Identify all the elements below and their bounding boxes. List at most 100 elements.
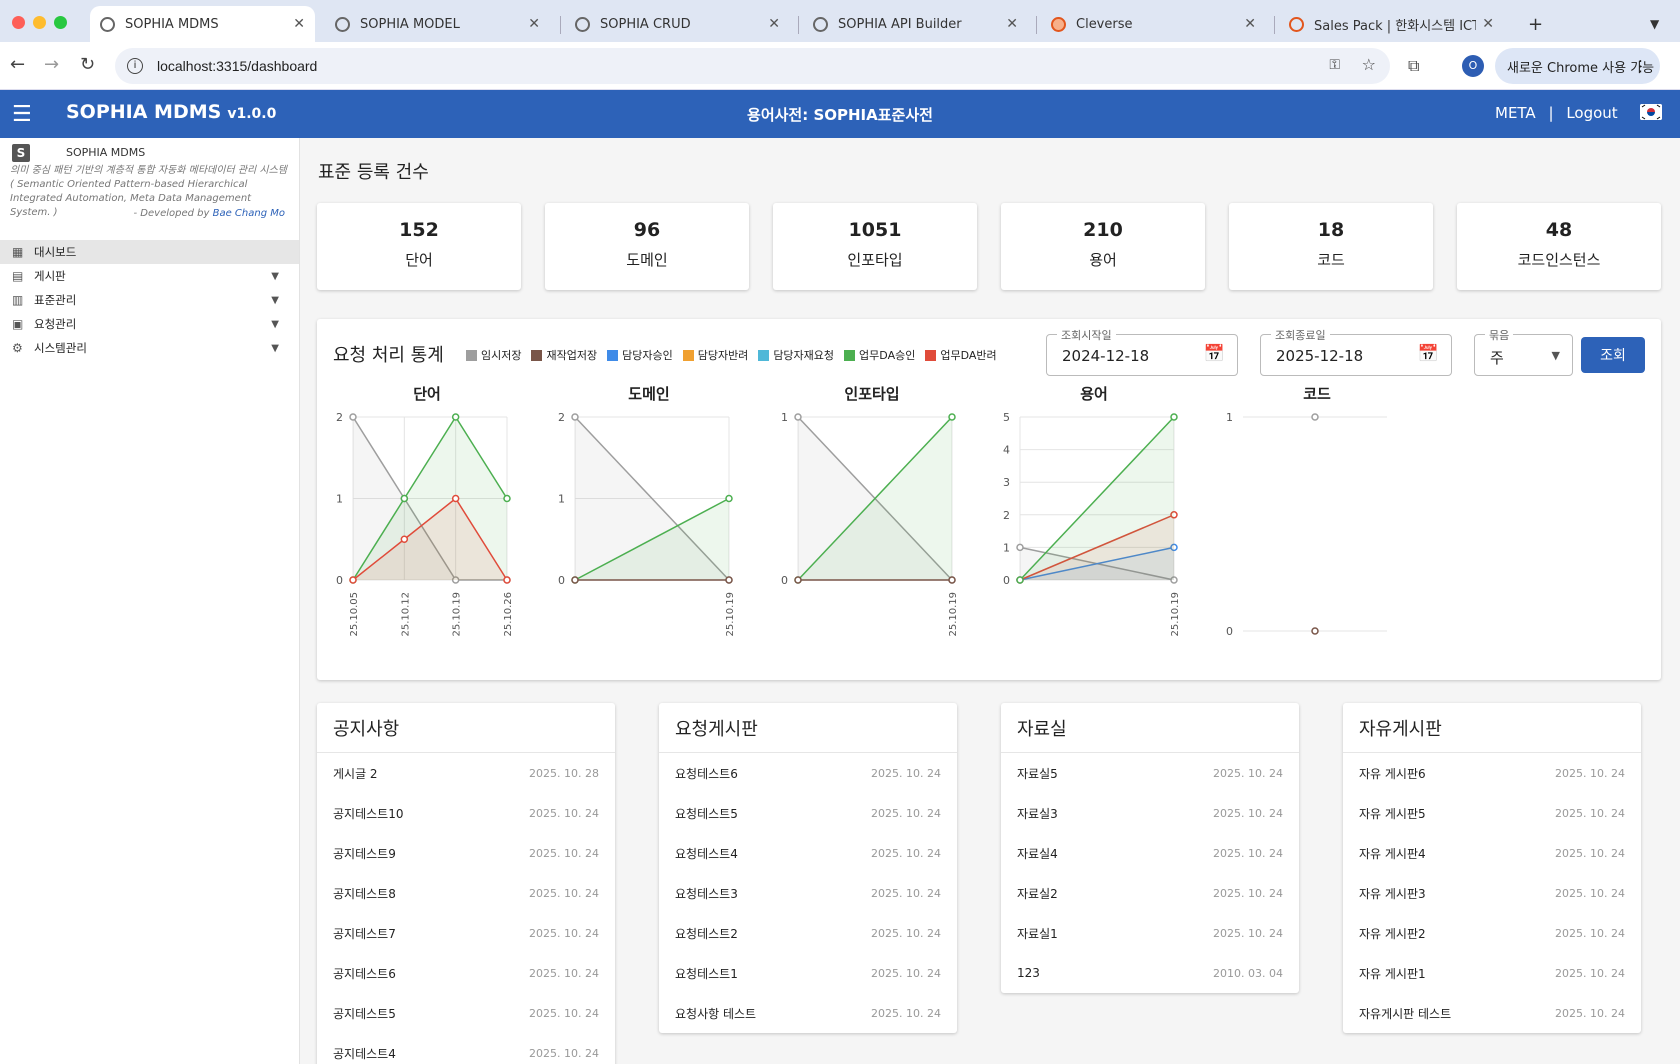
sidebar-item-system[interactable]: ⚙ 시스템관리 ▼	[0, 336, 299, 360]
list-item[interactable]: 공지테스트6 2025. 10. 24	[317, 953, 615, 993]
calendar-icon[interactable]: 📅	[1204, 344, 1225, 364]
extensions-puzzle-icon[interactable]: ⧉	[1408, 56, 1419, 76]
list-item[interactable]: 공지테스트8 2025. 10. 24	[317, 873, 615, 913]
list-item[interactable]: 게시글 2 2025. 10. 28	[317, 753, 615, 793]
list-item[interactable]: 자유 게시판3 2025. 10. 24	[1343, 873, 1641, 913]
post-title: 자유 게시판3	[1359, 886, 1426, 901]
board-title: 자료실	[1001, 703, 1299, 753]
minimize-window-button[interactable]	[33, 16, 46, 29]
list-item[interactable]: 자료실4 2025. 10. 24	[1001, 833, 1299, 873]
korea-flag-icon[interactable]	[1640, 104, 1662, 120]
kpi-card-domain[interactable]: 96 도메인	[545, 203, 749, 290]
legend-item[interactable]: 담당자재요청	[758, 347, 834, 363]
browser-tab-sophia-crud[interactable]: SOPHIA CRUD ✕	[565, 6, 790, 42]
list-item[interactable]: 자료실1 2025. 10. 24	[1001, 913, 1299, 953]
list-item[interactable]: 자유 게시판6 2025. 10. 24	[1343, 753, 1641, 793]
kpi-card-term[interactable]: 210 용어	[1001, 203, 1205, 290]
kpi-card-code-instance[interactable]: 48 코드인스턴스	[1457, 203, 1661, 290]
legend-item[interactable]: 담당자반려	[682, 347, 748, 363]
list-item[interactable]: 자료실2 2025. 10. 24	[1001, 873, 1299, 913]
legend-item[interactable]: 담당자승인	[607, 347, 673, 363]
browser-tab-cleverse[interactable]: Cleverse ✕	[1041, 6, 1266, 42]
legend-item[interactable]: 업무DA승인	[844, 347, 915, 363]
list-item[interactable]: 자료실3 2025. 10. 24	[1001, 793, 1299, 833]
close-icon[interactable]: ✕	[1482, 16, 1494, 32]
x-tick-label: 25.10.12	[400, 592, 411, 637]
more-vertical-icon[interactable]: ⋮	[1633, 57, 1648, 75]
kpi-card-code[interactable]: 18 코드	[1229, 203, 1433, 290]
calendar-icon[interactable]: 📅	[1418, 344, 1439, 364]
post-date: 2025. 10. 24	[1555, 846, 1625, 860]
reload-icon[interactable]: ↻	[80, 54, 95, 75]
list-item[interactable]: 요청테스트1 2025. 10. 24	[659, 953, 957, 993]
bookmark-star-icon[interactable]: ☆	[1362, 55, 1376, 74]
sidebar-item-board[interactable]: ▤ 게시판 ▼	[0, 264, 299, 288]
browser-tab-sales-pack[interactable]: Sales Pack | 한화시스템 ICT 부문 ✕	[1279, 6, 1504, 42]
legend-item[interactable]: 임시저장	[466, 347, 521, 363]
kpi-card-word[interactable]: 152 단어	[317, 203, 521, 290]
sidebar-item-standard[interactable]: ▥ 표준관리 ▼	[0, 288, 299, 312]
post-date: 2025. 10. 24	[529, 806, 599, 820]
list-item[interactable]: 요청테스트5 2025. 10. 24	[659, 793, 957, 833]
sidebar-item-request[interactable]: ▣ 요청관리 ▼	[0, 312, 299, 336]
list-item[interactable]: 공지테스트5 2025. 10. 24	[317, 993, 615, 1033]
list-item[interactable]: 공지테스트4 2025. 10. 24	[317, 1033, 615, 1064]
list-item[interactable]: 요청테스트2 2025. 10. 24	[659, 913, 957, 953]
legend-swatch	[466, 349, 477, 361]
browser-tab-sophia-model[interactable]: SOPHIA MODEL ✕	[325, 6, 550, 42]
data-point	[349, 576, 357, 584]
data-point	[503, 494, 511, 503]
close-icon[interactable]: ✕	[528, 16, 540, 32]
list-item[interactable]: 요청테스트4 2025. 10. 24	[659, 833, 957, 873]
meta-link[interactable]: META	[1495, 104, 1536, 122]
board-archive: 자료실 자료실5 2025. 10. 24 자료실3 2025. 10. 24 자료실4 2…	[1001, 703, 1299, 993]
list-item[interactable]: 공지테스트9 2025. 10. 24	[317, 833, 615, 873]
developer-link[interactable]: Bae Chang Mo	[213, 208, 285, 219]
password-key-icon[interactable]: ⚿	[1329, 57, 1340, 73]
kpi-card-infotype[interactable]: 1051 인포타입	[773, 203, 977, 290]
zoom-window-button[interactable]	[54, 16, 67, 29]
post-date: 2025. 10. 24	[871, 926, 941, 940]
list-item[interactable]: 공지테스트7 2025. 10. 24	[317, 913, 615, 953]
forward-arrow-icon[interactable]: →	[44, 54, 59, 75]
post-title: 요청테스트2	[675, 926, 738, 941]
logout-link[interactable]: Logout	[1566, 104, 1617, 122]
close-icon[interactable]: ✕	[1006, 16, 1018, 32]
list-item[interactable]: 요청사항 테스트 2025. 10. 24	[659, 993, 957, 1033]
kpi-value: 152	[399, 219, 439, 241]
list-item[interactable]: 자유 게시판1 2025. 10. 24	[1343, 953, 1641, 993]
tab-search-chevron-down-icon[interactable]: ▼	[1640, 6, 1670, 42]
list-item[interactable]: 공지테스트10 2025. 10. 24	[317, 793, 615, 833]
list-item[interactable]: 요청테스트3 2025. 10. 24	[659, 873, 957, 913]
header-separator: |	[1548, 104, 1554, 122]
legend-item[interactable]: 업무DA반려	[925, 347, 997, 363]
chart-word: 단어 0 1 2 25.10.05 25.10.12 25.10.19 25.10.26	[317, 379, 537, 679]
list-item[interactable]: 자유 게시판4 2025. 10. 24	[1343, 833, 1641, 873]
back-arrow-icon[interactable]: ←	[10, 54, 25, 75]
end-date-field[interactable]: 조회종료일 2025-12-18 📅	[1260, 327, 1452, 376]
list-item[interactable]: 123 2010. 03. 04	[1001, 953, 1299, 993]
chart-domain-plot: 0 1 2 25.10.19	[558, 411, 736, 637]
new-tab-button[interactable]: +	[1518, 6, 1548, 42]
list-item[interactable]: 자유 게시판5 2025. 10. 24	[1343, 793, 1641, 833]
group-select[interactable]: 묶음 주 ▼	[1474, 327, 1573, 376]
address-bar[interactable]: i localhost:3315/dashboard ⚿ ☆	[115, 48, 1390, 84]
list-item[interactable]: 자유 게시판2 2025. 10. 24	[1343, 913, 1641, 953]
search-button[interactable]: 조회	[1581, 337, 1645, 373]
chrome-update-button[interactable]: 새로운 Chrome 사용 가능 ⋮	[1495, 48, 1660, 84]
close-window-button[interactable]	[12, 16, 25, 29]
profile-avatar[interactable]: O	[1462, 55, 1484, 77]
close-icon[interactable]: ✕	[768, 16, 780, 32]
post-date: 2025. 10. 24	[1555, 766, 1625, 780]
start-date-field[interactable]: 조회시작일 2024-12-18 📅	[1046, 327, 1238, 376]
close-icon[interactable]: ✕	[1244, 16, 1256, 32]
close-icon[interactable]: ✕	[293, 16, 305, 32]
sidebar-item-dashboard[interactable]: ▦ 대시보드	[0, 240, 299, 264]
list-item[interactable]: 요청테스트6 2025. 10. 24	[659, 753, 957, 793]
browser-tab-api-builder[interactable]: SOPHIA API Builder ✕	[803, 6, 1028, 42]
site-info-icon[interactable]: i	[127, 58, 143, 74]
browser-tab-sophia-mdms[interactable]: SOPHIA MDMS ✕	[90, 6, 315, 42]
list-item[interactable]: 자유게시판 테스트 2025. 10. 24	[1343, 993, 1641, 1033]
list-item[interactable]: 자료실5 2025. 10. 24	[1001, 753, 1299, 793]
legend-item[interactable]: 재작업저장	[531, 347, 597, 363]
